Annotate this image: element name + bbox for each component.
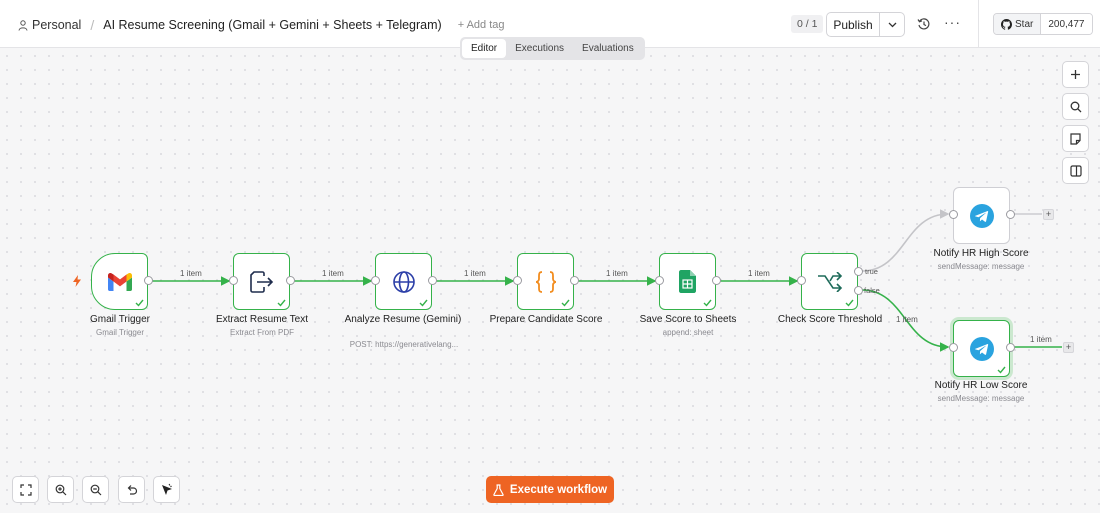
input-handle[interactable] [797,276,806,285]
tab-editor[interactable]: Editor [462,39,507,58]
output-handle[interactable] [1006,343,1015,352]
node-subtitle: Extract From PDF [229,328,294,337]
node-label: Prepare Candidate Score [489,314,603,325]
sticky-note-icon [1070,132,1081,145]
input-handle[interactable] [229,276,238,285]
telegram-icon [969,203,994,228]
output-handle[interactable] [1006,210,1015,219]
output-handle-true[interactable] [854,267,863,276]
globe-icon [392,270,415,293]
output-handle[interactable] [712,276,721,285]
node-notify-hr-high-score[interactable] [953,187,1010,244]
code-braces-icon [535,270,556,293]
fit-view-button[interactable] [12,476,39,503]
node-subtitle: append: sheet [662,328,714,337]
node-check-score-threshold[interactable] [801,253,858,310]
edge-item-count: 1 item [464,269,486,278]
node-label: Save Score to Sheets [639,314,737,325]
node-label: Gmail Trigger [89,314,150,325]
node-label: Notify HR Low Score [934,380,1028,391]
undo-icon [127,485,137,495]
file-export-icon [249,270,273,293]
node-label: Check Score Threshold [777,314,883,325]
node-subtitle: sendMessage: message [937,262,1025,271]
gmail-icon [107,272,132,291]
zoom-out-button[interactable] [82,476,109,503]
success-check-icon [703,299,712,307]
trigger-bolt-icon [73,275,81,287]
flask-icon [493,483,504,496]
output-handle[interactable] [428,276,437,285]
edge-item-count: 1 item [748,269,770,278]
add-node-panel-button[interactable] [1062,61,1089,88]
search-icon [1070,101,1081,112]
edge-label-true: true [865,267,878,276]
plus-icon [1071,70,1080,79]
add-node-button[interactable]: + [1063,342,1074,353]
input-handle[interactable] [655,276,664,285]
node-save-score-to-sheets[interactable] [659,253,716,310]
tab-executions[interactable]: Executions [506,39,573,58]
success-check-icon [561,299,570,307]
search-nodes-button[interactable] [1062,93,1089,120]
edge-item-count: 1 item [322,269,344,278]
zoom-in-icon [55,484,66,495]
success-check-icon [845,299,854,307]
edge-item-count: 1 item [606,269,628,278]
node-extract-resume-text[interactable] [233,253,290,310]
input-handle[interactable] [949,343,958,352]
zoom-in-button[interactable] [47,476,74,503]
output-handle-false[interactable] [854,286,863,295]
node-analyze-resume-gemini[interactable] [375,253,432,310]
node-gmail-trigger[interactable] [91,253,148,310]
toggle-panel-button[interactable] [1062,157,1089,184]
panel-toggle-icon [1069,164,1082,177]
node-subtitle: POST: https://generativelang... [349,340,459,349]
execute-workflow-button[interactable]: Execute workflow [486,476,614,503]
if-branch-icon [817,271,842,292]
success-check-icon [997,366,1006,374]
node-notify-hr-low-score[interactable] [953,320,1010,377]
fit-view-icon [19,483,32,496]
edge-item-count: 1 item [180,269,202,278]
output-handle[interactable] [570,276,579,285]
node-label: Analyze Resume (Gemini) [344,314,462,325]
edge-item-count: 1 item [1030,335,1052,344]
google-sheets-icon [679,270,696,293]
tab-evaluations[interactable]: Evaluations [573,39,643,58]
tidy-up-button[interactable] [153,476,180,503]
output-handle[interactable] [286,276,295,285]
add-sticky-note-button[interactable] [1062,125,1089,152]
success-check-icon [135,299,144,307]
tidy-up-icon [162,483,172,495]
undo-button[interactable] [118,476,145,503]
view-tabs: Editor Executions Evaluations [460,37,645,60]
input-handle[interactable] [513,276,522,285]
edge-item-count: 1 item [896,315,918,324]
input-handle[interactable] [371,276,380,285]
output-handle[interactable] [144,276,153,285]
node-label: Notify HR High Score [933,248,1029,259]
edge-label-false: false [864,286,880,295]
node-label: Extract Resume Text [215,314,309,325]
execute-workflow-label: Execute workflow [509,483,608,496]
node-subtitle: Gmail Trigger [95,328,144,337]
success-check-icon [419,299,428,307]
node-subtitle: sendMessage: message [937,394,1025,403]
add-node-button[interactable]: + [1043,209,1054,220]
node-prepare-candidate-score[interactable] [517,253,574,310]
input-handle[interactable] [949,210,958,219]
zoom-out-icon [90,484,101,495]
telegram-icon [969,336,994,361]
success-check-icon [277,299,286,307]
